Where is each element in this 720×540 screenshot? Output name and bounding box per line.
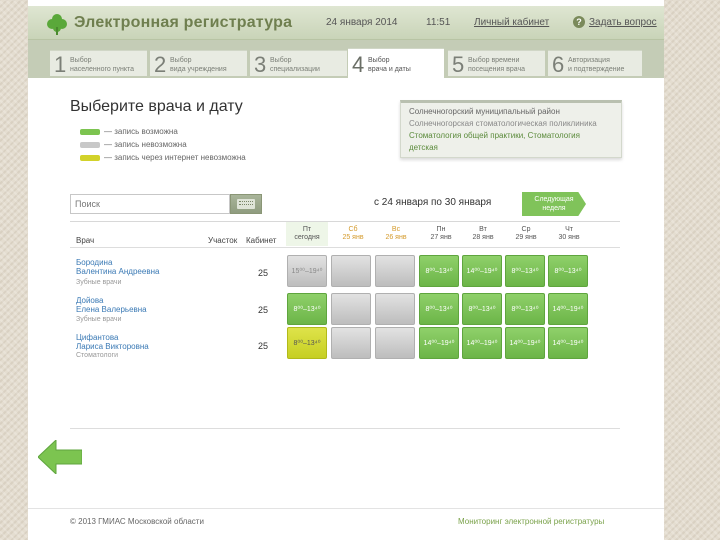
schedule-slot[interactable]: 8⁰⁰–13⁴⁰ [505, 255, 545, 287]
schedule-slot[interactable]: 8⁰⁰–13⁴⁰ [505, 293, 545, 325]
schedule-slot[interactable]: 8⁰⁰–13⁴⁰ [419, 293, 459, 325]
clover-logo-icon [47, 14, 67, 35]
step-label: Выбор врача и даты [368, 57, 411, 73]
search-input[interactable] [70, 194, 230, 214]
col-room: Кабинет [246, 236, 277, 245]
legend-swatch [80, 129, 100, 135]
divider [28, 508, 664, 509]
doctor-specialty: Зубные врачи [76, 279, 122, 286]
schedule-slot[interactable]: 8⁰⁰–13⁴⁰ [462, 293, 502, 325]
top-header: Электронная регистратура 24 января 2014 … [28, 6, 664, 40]
step-label: Выбор времени посещения врача [468, 57, 526, 73]
info-specialty[interactable]: Стоматология общей практики, Стоматологи… [409, 131, 580, 140]
steps-bar: 1 Выбор населенного пункта 2 Выбор вида уч… [28, 40, 664, 78]
day-header: Сб 25 янв [342, 226, 364, 241]
day-header-today: Пт сегодня [286, 222, 328, 246]
schedule-slot: 15⁰⁰–19⁴⁰ [287, 255, 327, 287]
info-specialty-cont[interactable]: детская [409, 143, 438, 152]
step-label: Выбор населенного пункта [70, 57, 135, 73]
schedule-slot[interactable]: 14⁰⁰–19⁴⁰ [505, 327, 545, 359]
step-label: Авторизация и подтверждение [568, 57, 625, 73]
step-3-tab[interactable]: 3 Выбор специализации [250, 50, 347, 77]
step-label: Выбор вида учреждения [170, 57, 227, 73]
step-4-tab[interactable]: 4 Выбор врача и даты [348, 48, 444, 78]
header-time: 11:51 [426, 17, 451, 28]
next-week-label: Следующая [534, 196, 574, 203]
keyboard-icon [237, 199, 255, 209]
step-number: 3 [254, 52, 267, 77]
schedule-slot[interactable]: 8⁰⁰–13⁴⁰ [419, 255, 459, 287]
schedule-slot [331, 327, 371, 359]
day-header: Чт 30 янв [558, 226, 580, 241]
divider [70, 428, 620, 429]
schedule-slot [375, 293, 415, 325]
legend-swatch [80, 142, 100, 148]
date-range: с 24 января по 30 января [374, 197, 492, 208]
divider [70, 247, 620, 248]
doctor-specialty: Зубные врачи [76, 316, 122, 323]
legend-label: — запись возможна [104, 127, 178, 136]
day-header: Вс 26 янв [385, 226, 407, 241]
day-header: Вт 28 янв [472, 226, 494, 241]
page: Электронная регистратура 24 января 2014 … [28, 0, 664, 540]
page-title: Выберите врача и дату [70, 98, 243, 115]
footer-copyright: © 2013 ГМИАС Московской области [70, 517, 204, 526]
step-2-tab[interactable]: 2 Выбор вида учреждения [150, 50, 247, 77]
schedule-slot[interactable]: 14⁰⁰–19⁴⁰ [548, 293, 588, 325]
next-week-label: неделя [542, 205, 566, 212]
doctor-room: 25 [258, 341, 269, 351]
col-area: Участок [208, 236, 238, 245]
doctor-name-link[interactable]: Бородина Валентина Андреевна [76, 258, 159, 276]
monitoring-link[interactable]: Мониторинг электронной регистратуры [458, 517, 604, 526]
schedule-slot[interactable]: 14⁰⁰–19⁴⁰ [419, 327, 459, 359]
question-icon[interactable]: ? [573, 16, 585, 28]
step-number: 2 [154, 52, 167, 77]
step-number: 6 [552, 52, 565, 77]
legend-label: — запись невозможна [104, 140, 187, 149]
step-number: 5 [452, 52, 465, 77]
doctor-room: 25 [258, 305, 269, 315]
header-date: 24 января 2014 [326, 17, 398, 28]
day-header: Ср 29 янв [515, 226, 537, 241]
schedule-slot[interactable]: 8⁰⁰–13⁴⁰ [287, 293, 327, 325]
schedule-slot[interactable]: 14⁰⁰–19⁴⁰ [462, 327, 502, 359]
col-doctor: Врач [76, 236, 95, 245]
schedule-slot: 8⁰⁰–13⁴⁰ [287, 327, 327, 359]
step-label: Выбор специализации [270, 57, 320, 73]
doctor-specialty: Стоматологи [76, 352, 119, 359]
info-district: Солнечногорский муниципальный район [409, 107, 560, 116]
doctor-name-link[interactable]: Цифантова Лариса Викторовна [76, 333, 149, 351]
schedule-slot [331, 255, 371, 287]
day-header: Пн 27 янв [430, 226, 452, 241]
divider [70, 221, 620, 222]
personal-cabinet-link[interactable]: Личный кабинет [474, 17, 549, 28]
schedule-slot [375, 327, 415, 359]
step-6-tab[interactable]: 6 Авторизация и подтверждение [548, 50, 642, 77]
step-5-tab[interactable]: 5 Выбор времени посещения врача [448, 50, 545, 77]
step-number: 4 [352, 52, 365, 77]
back-arrow-icon[interactable] [38, 440, 82, 474]
selection-info-box: Солнечногорский муниципальный район Солн… [400, 100, 622, 158]
next-week-button[interactable]: Следующая неделя [522, 192, 586, 216]
keyboard-button[interactable] [230, 194, 262, 214]
legend-swatch [80, 155, 100, 161]
step-1-tab[interactable]: 1 Выбор населенного пункта [50, 50, 147, 77]
schedule-slot[interactable]: 14⁰⁰–19⁴⁰ [548, 327, 588, 359]
schedule-slot [375, 255, 415, 287]
schedule-slot[interactable]: 8⁰⁰–13⁴⁰ [548, 255, 588, 287]
info-clinic: Солнечногорская стоматологическая поликл… [409, 119, 597, 128]
schedule-slot [331, 293, 371, 325]
doctor-name-link[interactable]: Дойова Елена Валерьевна [76, 296, 147, 314]
app-title: Электронная регистратура [74, 14, 293, 31]
legend-label: — запись через интернет невозможна [104, 153, 246, 162]
schedule-slot[interactable]: 14⁰⁰–19⁴⁰ [462, 255, 502, 287]
ask-question-link[interactable]: Задать вопрос [589, 17, 657, 28]
step-number: 1 [54, 52, 67, 77]
doctor-room: 25 [258, 268, 269, 278]
